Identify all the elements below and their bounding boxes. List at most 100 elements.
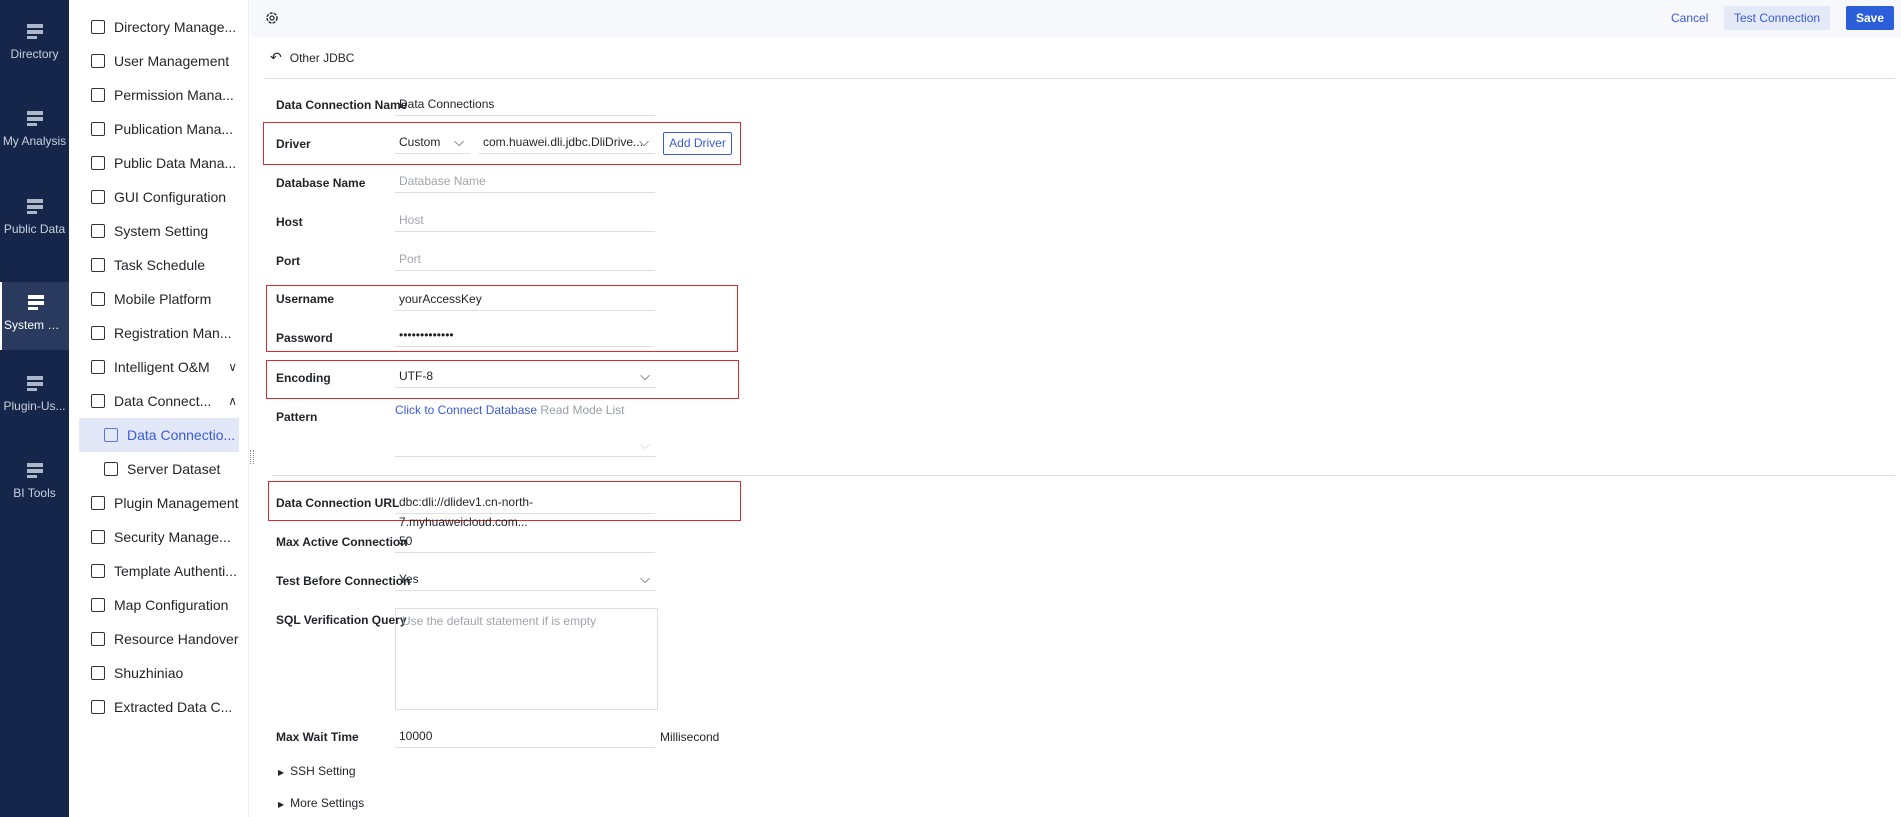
driver-type-select[interactable]: Custom ⌵ [395,132,470,154]
read-mode-list-hint: Read Mode List [540,403,625,417]
username-label: Username [276,292,335,306]
menu-item-shuzhiniao[interactable]: Shuzhiniao [91,656,251,690]
menu-item-directory-manage[interactable]: Directory Manage... [91,10,251,44]
url-input[interactable]: dbc:dli://dlidev1.cn-north-7.myhuaweiclo… [395,492,655,529]
divider [272,475,1895,476]
menu-item-data-connectio[interactable]: Data Connectio... [79,418,239,452]
menu-item-label: Extracted Data C... [114,699,233,715]
nav-item-label: System M... [4,318,68,332]
driver-class-select[interactable]: com.huawei.dli.jdbc.DliDrive... ⌵ [479,132,655,154]
ssh-setting-label: SSH Setting [290,764,356,778]
host-label: Host [276,215,303,229]
menu-item-label: System Setting [114,223,209,239]
chevron-down-icon[interactable]: ∨ [228,360,237,374]
back-arrow-icon: ↶ [270,49,282,65]
menu-item-intelligent-o-m[interactable]: Intelligent O&M ∨ [91,350,251,384]
sql-query-textarea[interactable]: Use the default statement if is empty [395,608,658,710]
username-input[interactable]: yourAccessKey [395,289,655,311]
menu-item-icon [91,156,105,170]
driver-label: Driver [276,137,311,151]
password-input[interactable]: ••••••••••••• [395,325,655,347]
menu-item-plugin-management[interactable]: Plugin Management [91,486,251,520]
nav-item-public-data[interactable]: Public Data [0,186,69,254]
menu-item-extracted-data-c[interactable]: Extracted Data C... [91,690,251,724]
test-connection-button[interactable]: Test Connection [1724,6,1831,30]
secondary-menu: Directory Manage... User Management Permis… [69,0,249,817]
pattern-actions: Click to Connect Database Read Mode List [395,403,624,417]
menu-item-server-dataset[interactable]: Server Dataset [79,452,239,486]
menu-item-data-connect[interactable]: Data Connect... ∧ [91,384,251,418]
back-button[interactable]: ↶ Other JDBC [270,49,354,66]
ssh-setting-toggle[interactable]: ▶ SSH Setting [278,764,356,778]
menu-item-label: Shuzhiniao [114,665,184,681]
encoding-select[interactable]: UTF-8 ⌵ [395,366,656,388]
menu-item-resource-handover[interactable]: Resource Handover [91,622,251,656]
menu-item-template-authenti[interactable]: Template Authenti... [91,554,251,588]
menu-item-label: Permission Mana... [114,87,234,103]
menu-item-icon [91,564,105,578]
nav-item-directory[interactable]: Directory [0,11,69,79]
more-settings-label: More Settings [290,796,365,810]
menu-item-task-schedule[interactable]: Task Schedule [91,248,251,282]
divider [264,78,1895,79]
add-driver-button[interactable]: Add Driver [663,132,732,155]
menu-item-label: User Management [114,53,230,69]
menu-item-icon [91,224,105,238]
menu-item-icon [91,360,105,374]
port-input[interactable]: Port [395,249,655,271]
menu-item-label: Resource Handover [114,631,239,647]
save-button[interactable]: Save [1846,6,1895,30]
splitter-handle[interactable] [250,450,254,464]
settings-gear-icon[interactable] [265,11,279,25]
primary-nav: Directory My Analysis Public Data System M.… [0,0,69,817]
menu-item-public-data-mana[interactable]: Public Data Mana... [91,146,251,180]
name-label: Data Connection Name [276,98,408,112]
menu-item-label: Server Dataset [127,461,221,477]
menu-item-publication-mana[interactable]: Publication Mana... [91,112,251,146]
max-wait-input[interactable]: 10000 [395,726,655,748]
nav-item-system-m-[interactable]: System M... [0,282,69,350]
max-active-input[interactable]: 50 [395,531,655,553]
test-before-label: Test Before Connection [276,574,411,588]
menu-item-label: Registration Man... [114,325,232,341]
nav-item-plugin-us-[interactable]: Plugin-Us... [0,363,69,431]
nav-item-my-analysis[interactable]: My Analysis [0,98,69,166]
menu-item-label: GUI Configuration [114,189,227,205]
encoding-value: UTF-8 [399,369,433,383]
menu-item-map-configuration[interactable]: Map Configuration [91,588,251,622]
menu-item-permission-mana[interactable]: Permission Mana... [91,78,251,112]
nav-item-bi-tools[interactable]: BI Tools [0,450,69,518]
chevron-up-icon[interactable]: ∧ [228,394,237,408]
menu-item-user-management[interactable]: User Management [91,44,251,78]
connect-database-link[interactable]: Click to Connect Database [395,403,537,417]
max-wait-label: Max Wait Time [276,730,359,744]
menu-item-registration-man[interactable]: Registration Man... [91,316,251,350]
chevron-down-icon: ⌵ [640,437,650,452]
cancel-button[interactable]: Cancel [1661,6,1718,30]
nav-item-label: My Analysis [2,134,67,148]
menu-item-gui-configuration[interactable]: GUI Configuration [91,180,251,214]
menu-item-label: Security Manage... [114,529,231,545]
port-label: Port [276,254,300,268]
password-label: Password [276,331,333,345]
menu-item-security-manage[interactable]: Security Manage... [91,520,251,554]
menu-item-icon [91,700,105,714]
more-settings-toggle[interactable]: ▶ More Settings [278,796,364,810]
nav-item-label: Plugin-Us... [3,399,66,413]
pattern-select[interactable]: ⌵ [395,435,656,457]
test-before-select[interactable]: Yes ⌵ [395,569,656,591]
url-label: Data Connection URL [276,496,400,510]
database-name-input[interactable]: Database Name [395,171,655,193]
menu-item-icon [91,394,105,408]
menu-item-mobile-platform[interactable]: Mobile Platform [91,282,251,316]
menu-item-icon [104,428,118,442]
connection-name-input[interactable]: Data Connections [395,94,655,116]
max-active-label: Max Active Connection [276,535,408,549]
menu-item-icon [91,598,105,612]
menu-item-label: Data Connect... [114,393,212,409]
menu-item-icon [91,122,105,136]
menu-item-system-setting[interactable]: System Setting [91,214,251,248]
menu-item-icon [91,530,105,544]
host-input[interactable]: Host [395,210,655,232]
chevron-down-icon: ⌵ [640,571,650,586]
